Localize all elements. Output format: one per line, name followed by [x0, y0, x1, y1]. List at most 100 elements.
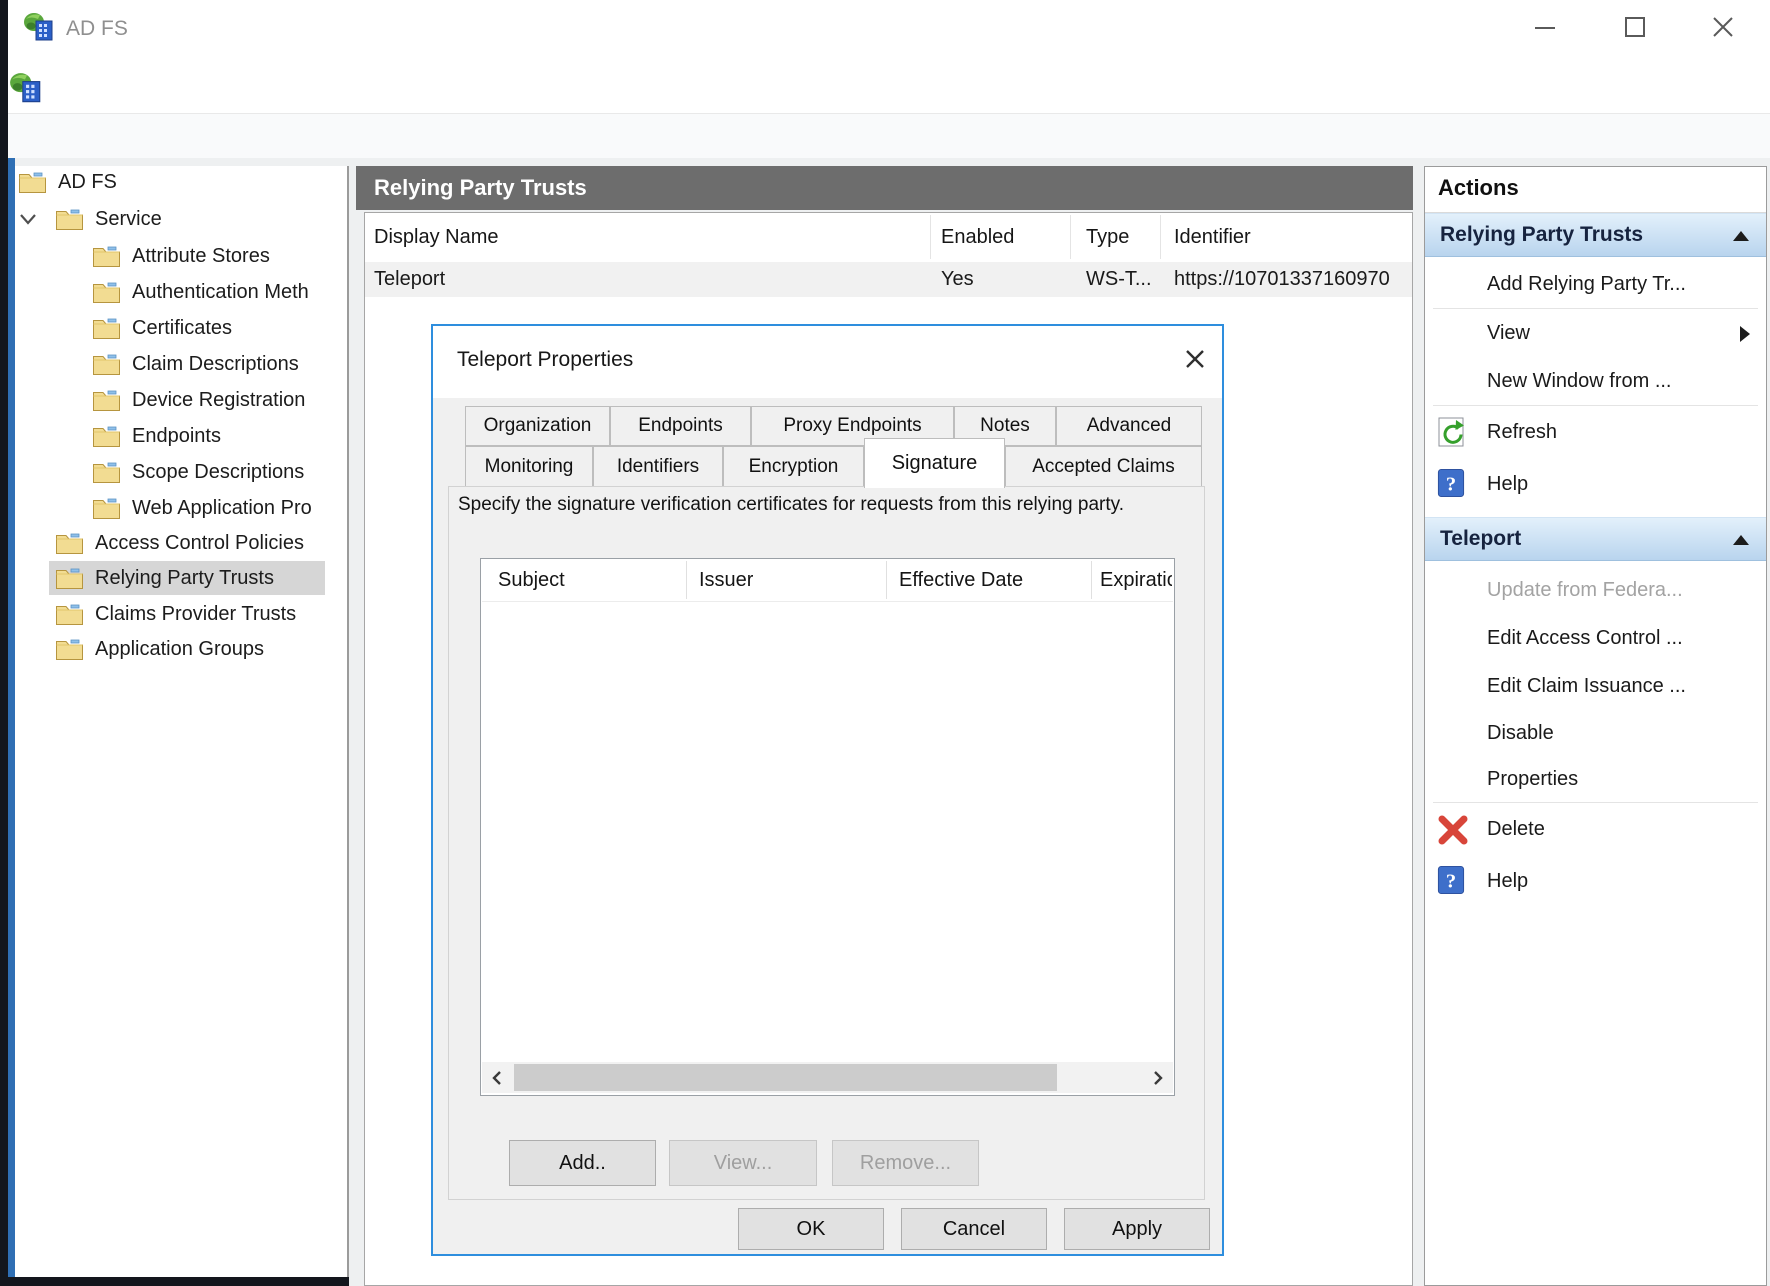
tree-item-application-groups[interactable]: Application Groups: [55, 632, 346, 666]
scroll-right-button[interactable]: [1143, 1062, 1173, 1093]
tab-organization[interactable]: Organization: [465, 406, 610, 446]
tab-endpoints[interactable]: Endpoints: [610, 406, 751, 446]
column-header-identifier[interactable]: Identifier: [1174, 213, 1251, 261]
refresh-icon: [1437, 416, 1467, 448]
action-edit-access-control-policy[interactable]: Edit Access Control ...: [1425, 614, 1766, 662]
action-view[interactable]: View: [1425, 309, 1766, 357]
adfs-console-window: AD FS File Action View Window Help: [0, 0, 1770, 1286]
actions-panel: Actions Relying Party Trusts Add Relying…: [1424, 166, 1767, 1286]
cell-identifier[interactable]: https://10701337160970: [1174, 262, 1412, 297]
view-button[interactable]: View...: [669, 1140, 817, 1186]
remove-button[interactable]: Remove...: [832, 1140, 979, 1186]
maximize-icon: [1622, 14, 1648, 40]
column-header-display-name[interactable]: Display Name: [374, 213, 498, 261]
action-refresh[interactable]: Refresh: [1425, 406, 1766, 458]
column-header-type[interactable]: Type: [1086, 213, 1129, 261]
action-disable[interactable]: Disable: [1425, 710, 1766, 757]
tree-item-label: Service: [95, 208, 162, 231]
svg-text:?: ?: [1446, 473, 1456, 495]
action-label: Edit Claim Issuance ...: [1487, 675, 1686, 698]
action-label: Add Relying Party Tr...: [1487, 273, 1686, 296]
cell-enabled[interactable]: Yes: [941, 262, 974, 297]
tree-item-web-application-proxy[interactable]: Web Application Pro: [92, 491, 345, 525]
window-title: AD FS: [66, 17, 128, 41]
tab-accepted-claims[interactable]: Accepted Claims: [1005, 446, 1202, 487]
tree-item-label: Relying Party Trusts: [95, 567, 274, 590]
minimize-button[interactable]: [1522, 11, 1568, 43]
tree-item-authentication-methods[interactable]: Authentication Meth: [92, 275, 345, 309]
action-label: Update from Federa...: [1487, 579, 1683, 602]
action-help[interactable]: ? Help: [1425, 458, 1766, 510]
title-bar: AD FS: [0, 0, 1770, 55]
window-edge-left: [0, 0, 8, 1286]
column-header-enabled[interactable]: Enabled: [941, 213, 1014, 261]
tab-encryption[interactable]: Encryption: [723, 446, 864, 487]
signature-description: Specify the signature verification certi…: [458, 490, 1182, 520]
column-separator[interactable]: [1070, 215, 1071, 259]
adfs-app-icon-small: [8, 71, 44, 107]
chevron-down-icon[interactable]: [18, 211, 38, 227]
column-separator[interactable]: [930, 215, 931, 259]
cell-type[interactable]: WS-T...: [1086, 262, 1152, 297]
tree-item-relying-party-trusts[interactable]: Relying Party Trusts: [49, 561, 325, 595]
action-label: Refresh: [1487, 421, 1557, 444]
action-properties[interactable]: Properties: [1425, 757, 1766, 802]
section-header-teleport[interactable]: Teleport: [1425, 517, 1766, 561]
column-separator[interactable]: [1160, 215, 1161, 259]
action-label: New Window from ...: [1487, 370, 1671, 393]
action-label: Properties: [1487, 768, 1578, 791]
cert-column-issuer[interactable]: Issuer: [699, 559, 753, 601]
tree-item-claim-descriptions[interactable]: Claim Descriptions: [92, 347, 345, 381]
action-label: Help: [1487, 473, 1528, 496]
tab-advanced[interactable]: Advanced: [1056, 406, 1202, 446]
tree-item-attribute-stores[interactable]: Attribute Stores: [92, 239, 345, 273]
close-button[interactable]: [1700, 11, 1746, 43]
maximize-button[interactable]: [1612, 11, 1658, 43]
apply-button[interactable]: Apply: [1064, 1208, 1210, 1250]
tree-item-access-control-policies[interactable]: Access Control Policies: [55, 526, 346, 560]
tree-item-scope-descriptions[interactable]: Scope Descriptions: [92, 455, 345, 489]
minimize-icon: [1532, 14, 1558, 40]
tree-item-certificates[interactable]: Certificates: [92, 311, 345, 345]
folder-icon: [92, 316, 121, 340]
action-add-relying-party-trust[interactable]: Add Relying Party Tr...: [1425, 260, 1766, 308]
scrollbar-thumb[interactable]: [514, 1064, 1057, 1091]
tree-item-device-registration[interactable]: Device Registration: [92, 383, 345, 417]
cell-display-name[interactable]: Teleport: [374, 262, 445, 297]
add-button[interactable]: Add..: [509, 1140, 656, 1186]
collapse-chevron-icon[interactable]: [1733, 535, 1749, 545]
folder-icon: [92, 388, 121, 412]
chevron-left-icon: [491, 1070, 503, 1086]
tab-signature[interactable]: Signature: [864, 438, 1005, 488]
tree-item-claims-provider-trusts[interactable]: Claims Provider Trusts: [55, 597, 346, 631]
action-help-teleport[interactable]: ? Help: [1425, 855, 1766, 907]
cert-column-effective-date[interactable]: Effective Date: [899, 559, 1023, 601]
ok-button[interactable]: OK: [738, 1208, 884, 1250]
action-new-window[interactable]: New Window from ...: [1425, 357, 1766, 405]
tree-item-label: Device Registration: [132, 389, 305, 412]
horizontal-scrollbar[interactable]: [482, 1062, 1173, 1093]
cert-column-expiration[interactable]: Expiration: [1100, 559, 1172, 601]
scroll-left-button[interactable]: [482, 1062, 512, 1093]
action-edit-claim-issuance-policy[interactable]: Edit Claim Issuance ...: [1425, 662, 1766, 710]
cancel-button[interactable]: Cancel: [901, 1208, 1047, 1250]
tree-item-endpoints[interactable]: Endpoints: [92, 419, 345, 453]
actions-panel-title: Actions: [1438, 175, 1519, 201]
action-update-from-federation: Update from Federa...: [1425, 566, 1766, 614]
teleport-properties-dialog: Teleport Properties Organization Endpoin…: [431, 324, 1224, 1256]
folder-icon: [55, 637, 84, 661]
collapse-chevron-icon[interactable]: [1733, 231, 1749, 241]
tab-identifiers[interactable]: Identifiers: [593, 446, 723, 487]
cert-column-subject[interactable]: Subject: [498, 559, 565, 601]
tree-item-adfs[interactable]: AD FS: [18, 165, 117, 199]
dialog-close-button[interactable]: [1178, 342, 1212, 376]
certificates-table: Subject Issuer Effective Date Expiration: [480, 558, 1175, 1096]
folder-icon: [92, 496, 121, 520]
tree-item-label: Authentication Meth: [132, 281, 309, 304]
tree-item-label: Web Application Pro: [132, 497, 312, 520]
tab-monitoring[interactable]: Monitoring: [465, 446, 593, 487]
tree-item-service[interactable]: Service: [18, 202, 162, 236]
action-delete[interactable]: Delete: [1425, 803, 1766, 855]
menu-bar: File Action View Window Help: [0, 55, 1770, 114]
section-header-relying-party-trusts[interactable]: Relying Party Trusts: [1425, 213, 1766, 257]
